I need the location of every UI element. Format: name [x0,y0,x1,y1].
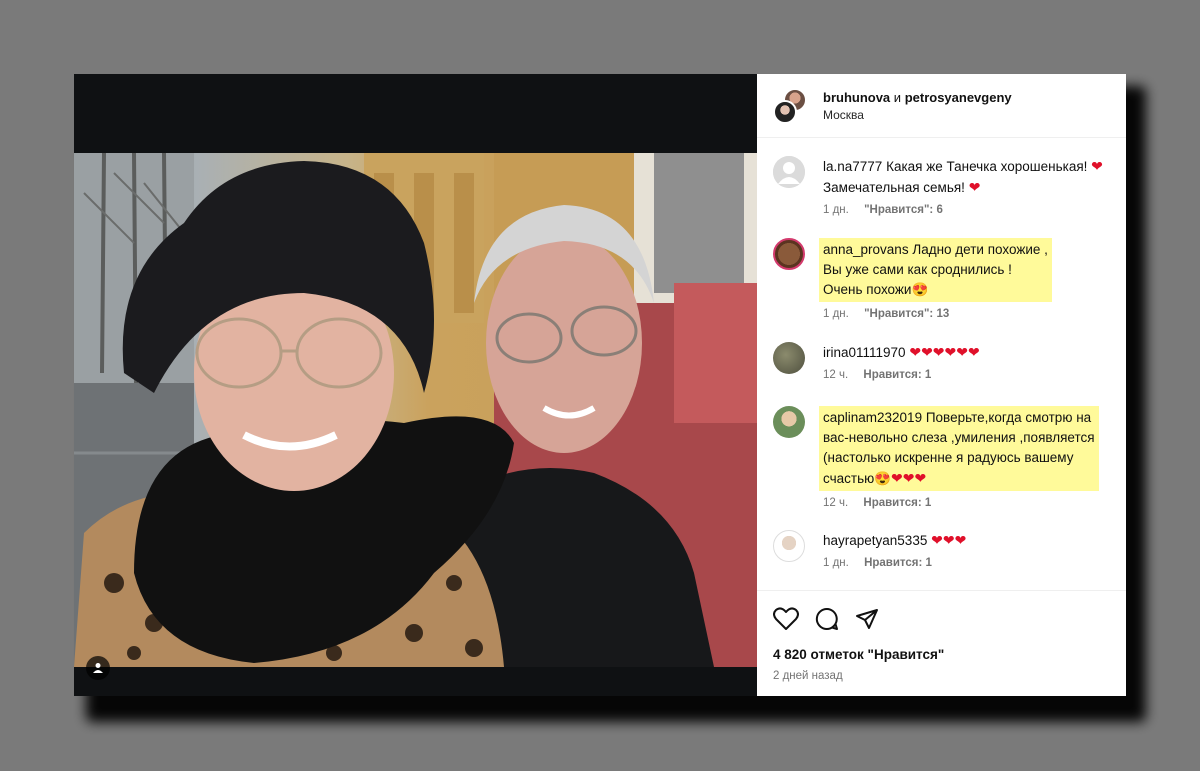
post-modal: bruhunova и petrosyanevgeny Москва la.na… [74,74,1126,696]
comment-age: 12 ч. [823,497,849,509]
comment-meta: 1 дн. "Нравится": 13 [823,308,1123,320]
comment-likes[interactable]: Нравится: 1 [863,369,931,381]
comment-username[interactable]: hayrapetyan5335 [823,533,927,548]
post-photo[interactable] [74,153,757,667]
comment-age: 12 ч. [823,369,849,381]
heart-emoji-icon: ❤ [968,179,981,195]
heart-emoji-icon: ❤❤❤ [891,470,927,486]
user-tag-icon [93,663,103,673]
comment-text: hayrapetyan5335 ❤❤❤ [823,530,1123,551]
comment-meta: 1 дн. "Нравится": 6 [823,204,1123,216]
list-item: la.na7777 Какая же Танечка хорошенькая! … [773,156,1123,216]
comment-line: Поверьте,когда смотрю на [925,410,1092,425]
post-actions: 4 820 отметок "Нравится" 2 дней назад [757,590,1126,682]
list-item: irina01111970 ❤❤❤❤❤❤ 12 ч. Нравится: 1 [773,342,1123,381]
comment-meta: 12 ч. Нравится: 1 [823,369,1123,381]
author-avatars[interactable] [773,87,809,124]
heart-emoji-icon: ❤❤❤❤❤❤ [909,344,980,360]
avatar[interactable] [773,99,797,124]
comment-line: Какая же Танечка хорошенькая! [886,159,1088,174]
comment-text: irina01111970 ❤❤❤❤❤❤ [823,342,1123,363]
comment-button[interactable] [815,607,839,631]
comment-line: Замечательная семья! [823,180,965,195]
share-button[interactable] [855,607,879,631]
comment-line: Очень похожи [823,282,912,297]
avatar[interactable] [773,530,805,562]
post-time: 2 дней назад [773,670,843,682]
comment-text: caplinam232019 Поверьте,когда смотрю на … [819,406,1099,491]
comment-age: 1 дн. [823,204,849,216]
list-item: caplinam232019 Поверьте,когда смотрю на … [773,406,1123,509]
comment-text: anna_provans Ладно дети похожие , Вы уже… [819,238,1052,302]
heart-outline-icon [773,607,799,630]
comment-likes[interactable]: "Нравится": 13 [864,308,949,320]
author-link[interactable]: petrosyanevgeny [905,90,1012,105]
comment-meta: 12 ч. Нравится: 1 [823,497,1123,509]
comment-line: Вы уже сами как сроднились ! [823,262,1012,277]
heart-emoji-icon: ❤ [1091,158,1103,174]
avatar[interactable] [773,156,805,188]
comment-likes[interactable]: Нравится: 1 [864,557,932,569]
comment-likes[interactable]: "Нравится": 6 [864,204,943,216]
post-side-panel: bruhunova и petrosyanevgeny Москва la.na… [757,74,1126,696]
likes-count[interactable]: 4 820 отметок "Нравится" [773,647,1110,662]
comment-line: вас-невольно слеза ,умиления ,появляется [823,430,1095,445]
comment-username[interactable]: caplinam232019 [823,410,922,425]
comment-username[interactable]: la.na7777 [823,159,882,174]
comment-bubble-icon [815,607,838,630]
post-media[interactable] [74,74,757,696]
comment-line: (настолько искренне я радуюсь вашему [823,450,1074,465]
comment-age: 1 дн. [823,308,849,320]
heart-eyes-emoji-icon: 😍 [874,471,892,486]
default-avatar-icon [773,156,805,188]
photo-illustration [74,153,757,667]
list-item: anna_provans Ладно дети похожие , Вы уже… [773,238,1123,320]
comment-line: счастью [823,471,875,486]
heart-emoji-icon: ❤❤❤ [931,532,967,548]
paper-plane-icon [856,609,878,629]
comment-meta: 1 дн. Нравится: 1 [823,557,1123,569]
action-icons [773,605,1110,633]
comment-age: 1 дн. [823,557,849,569]
comment-text: la.na7777 Какая же Танечка хорошенькая! … [823,156,1123,198]
comment-line: Ладно дети похожие , [912,242,1048,257]
author-link[interactable]: bruhunova [823,90,890,105]
heart-eyes-emoji-icon: 😍 [911,282,929,297]
list-item: hayrapetyan5335 ❤❤❤ 1 дн. Нравится: 1 [773,530,1123,569]
comment-likes[interactable]: Нравится: 1 [863,497,931,509]
avatar[interactable] [773,238,805,270]
post-header: bruhunova и petrosyanevgeny Москва [757,74,1126,138]
avatar[interactable] [773,342,805,374]
user-tag-button[interactable] [86,656,110,680]
comment-username[interactable]: anna_provans [823,242,909,257]
author-joiner: и [893,89,902,105]
avatar[interactable] [773,406,805,438]
comment-username[interactable]: irina01111970 [823,345,906,360]
like-button[interactable] [773,607,799,631]
post-authors: bruhunova и petrosyanevgeny [823,90,1012,105]
post-location[interactable]: Москва [823,108,1012,122]
comments-list[interactable]: la.na7777 Какая же Танечка хорошенькая! … [757,138,1126,590]
